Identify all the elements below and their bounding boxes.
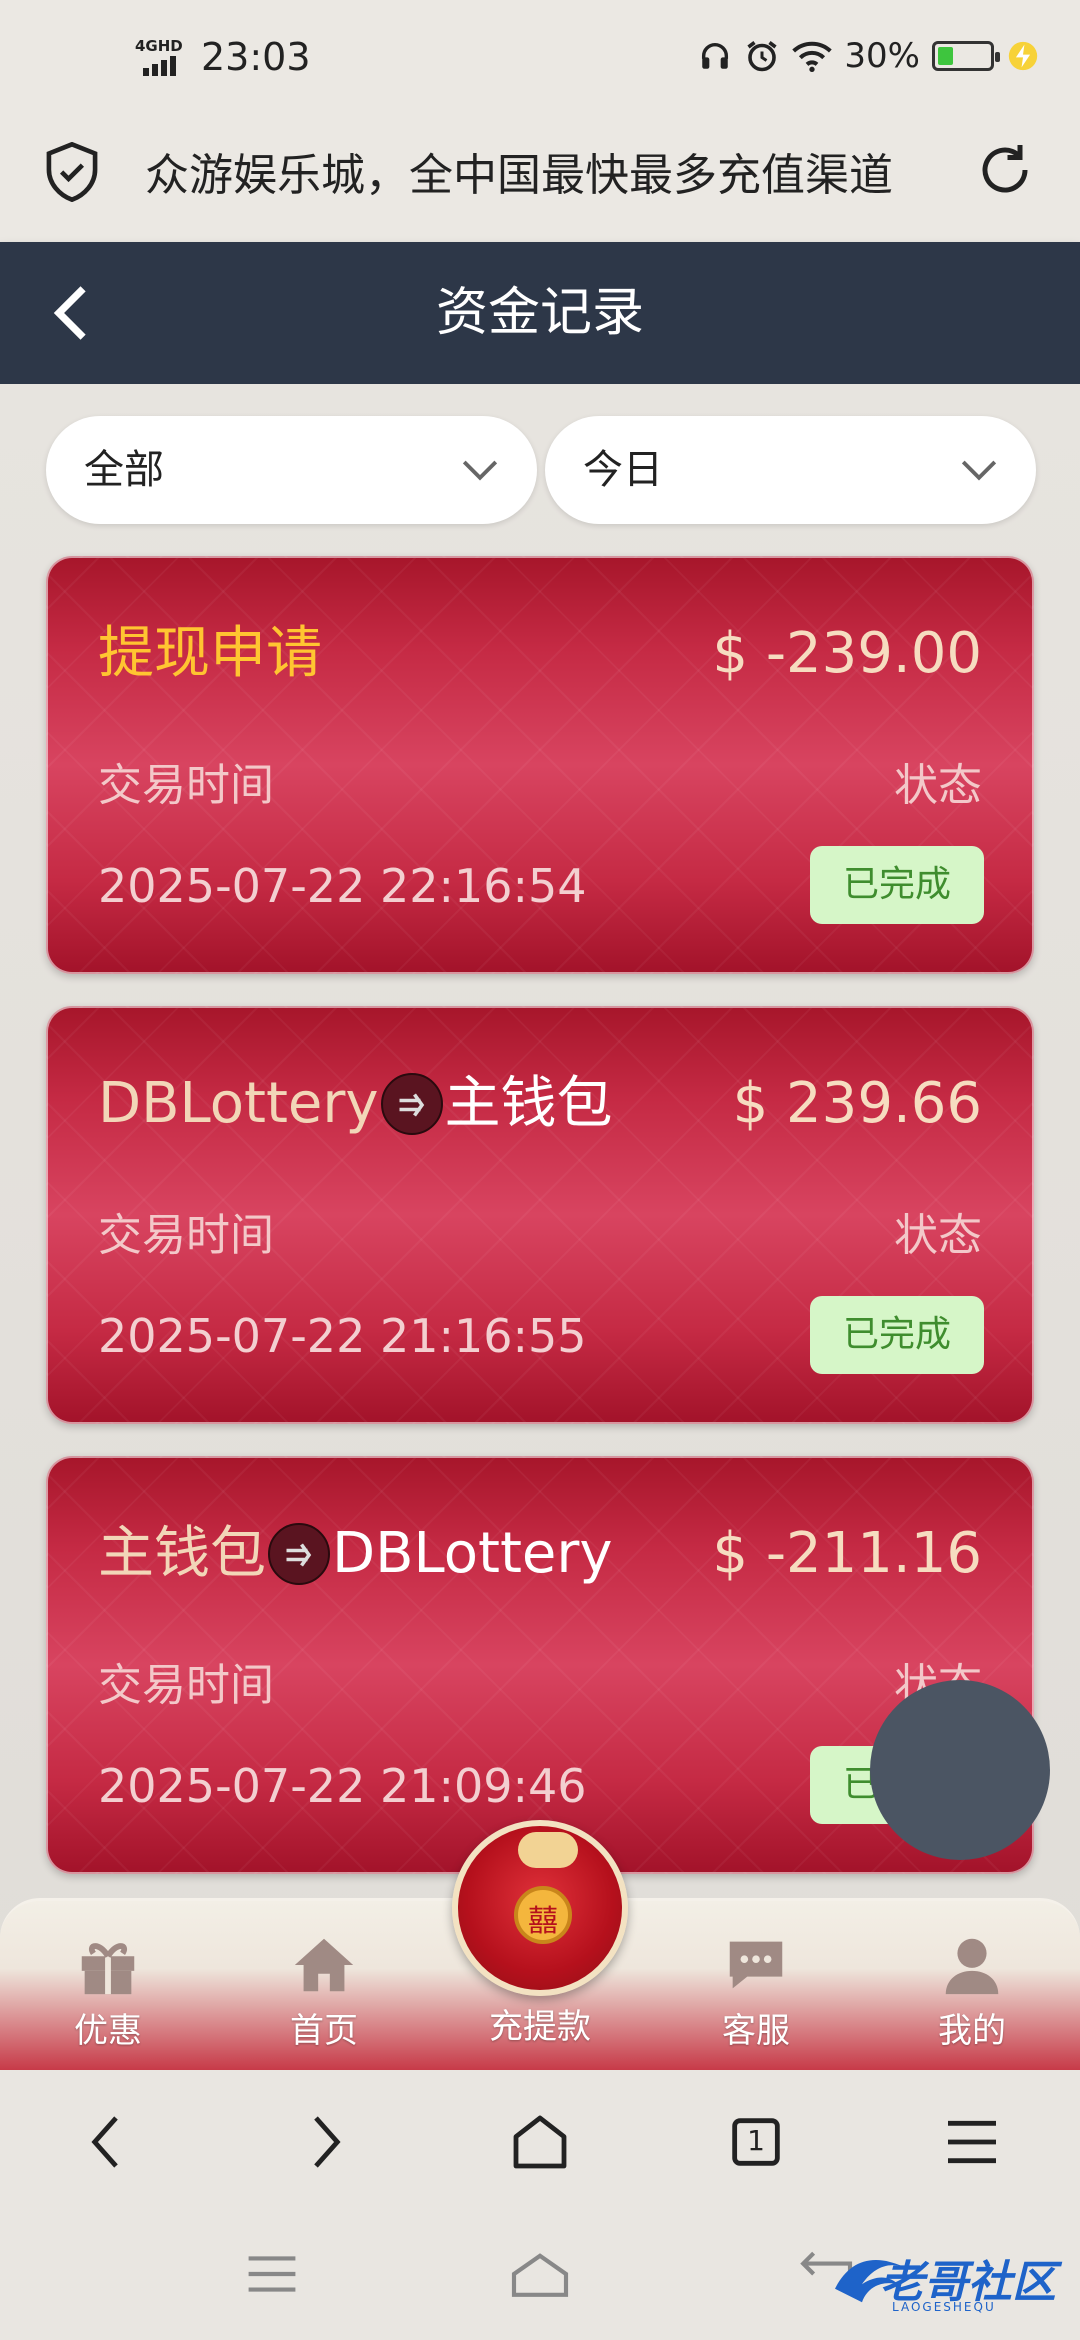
- record-time: 2025-07-22 21:09:46: [98, 1759, 587, 1813]
- record-amount: $ -211.16: [712, 1521, 982, 1586]
- gift-icon: [81, 1943, 135, 1995]
- alarm-icon: [747, 41, 778, 72]
- tab-label: 我的: [938, 2011, 1006, 2051]
- record-title: 提现申请: [98, 614, 322, 694]
- browser-address-bar: 众游娱乐城，全中国最快最多充值渠道: [0, 120, 1080, 242]
- reload-icon[interactable]: [975, 140, 1035, 200]
- transfer-to: DBLottery: [332, 1521, 613, 1586]
- status-label: 状态: [894, 1210, 982, 1261]
- type-filter-value: 全部: [84, 447, 164, 493]
- bottom-tab-bar: 优惠 首页 充提款 客服 我的: [0, 1820, 1080, 2070]
- filter-bar: 全部 今日: [46, 416, 1036, 524]
- time-label: 交易时间: [98, 1210, 274, 1261]
- money-bag-icon[interactable]: [452, 1820, 628, 1996]
- record-card[interactable]: 提现申请 $ -239.00 交易时间 状态 2025-07-22 22:16:…: [46, 556, 1034, 974]
- signal-icon: 4GHD: [135, 34, 189, 80]
- tab-label: 首页: [290, 2011, 358, 2051]
- tab-count: 1: [747, 2124, 765, 2157]
- type-filter-select[interactable]: 全部: [46, 416, 537, 524]
- status-bar-left: 4GHD 23:03: [135, 34, 311, 80]
- page-header: 资金记录: [0, 242, 1080, 384]
- period-filter-value: 今日: [583, 447, 663, 493]
- tab-label: 充提款: [489, 2007, 591, 2047]
- record-type: 提现申请: [98, 621, 322, 686]
- record-title: 主钱包 DBLottery: [98, 1514, 613, 1594]
- url-text[interactable]: 众游娱乐城，全中国最快最多充值渠道: [145, 146, 935, 206]
- record-amount: $ 239.66: [732, 1071, 982, 1136]
- transfer-from: DBLottery: [98, 1071, 379, 1136]
- chat-icon: [729, 1941, 783, 1989]
- floating-action-button[interactable]: [870, 1680, 1050, 1860]
- user-icon: [945, 1938, 999, 1995]
- watermark-logo: 老哥社区 LAOGESHEQU: [800, 2234, 1080, 2324]
- forward-icon[interactable]: [292, 2110, 356, 2174]
- tab-label: 优惠: [74, 2011, 142, 2051]
- recent-apps-icon[interactable]: [240, 2248, 304, 2300]
- system-home-icon[interactable]: [508, 2248, 572, 2300]
- transfer-from: 主钱包: [98, 1521, 266, 1586]
- home-icon: [294, 1938, 354, 1992]
- clock: 23:03: [201, 35, 311, 79]
- watermark-subtext: LAOGESHEQU: [892, 2300, 996, 2314]
- transfer-arrow-icon: [380, 1073, 443, 1135]
- battery-icon: [932, 41, 1000, 71]
- status-bar-right: 30%: [698, 36, 1040, 76]
- charging-icon: [1008, 41, 1038, 71]
- status-badge: 已完成: [810, 846, 984, 924]
- back-icon[interactable]: [76, 2110, 140, 2174]
- home-icon[interactable]: [508, 2110, 572, 2174]
- page-title: 资金记录: [435, 283, 644, 343]
- status-badge: 已完成: [810, 1296, 984, 1374]
- chevron-down-icon: [961, 460, 997, 481]
- record-card[interactable]: DBLottery 主钱包 $ 239.66 交易时间 状态 2025-07-2…: [46, 1006, 1034, 1424]
- record-time: 2025-07-22 21:16:55: [98, 1309, 587, 1363]
- transfer-arrow-icon: [268, 1523, 330, 1585]
- record-title: DBLottery 主钱包: [98, 1064, 613, 1144]
- network-type: 4GHD: [135, 37, 183, 55]
- tab-promotions[interactable]: 优惠: [28, 1930, 188, 2060]
- wifi-icon: [792, 41, 833, 72]
- tab-label: 客服: [722, 2011, 790, 2051]
- battery-percent: 30%: [844, 36, 920, 76]
- security-shield-icon[interactable]: [44, 142, 100, 202]
- record-time: 2025-07-22 22:16:54: [98, 859, 587, 913]
- tab-home[interactable]: 首页: [244, 1930, 404, 2060]
- period-filter-select[interactable]: 今日: [545, 416, 1036, 524]
- browser-nav-bar: 1: [0, 2070, 1080, 2210]
- chevron-down-icon: [462, 460, 498, 481]
- status-label: 状态: [894, 760, 982, 811]
- transfer-to: 主钱包: [444, 1071, 613, 1136]
- status-bar: 4GHD 23:03 30%: [0, 0, 1080, 120]
- time-label: 交易时间: [98, 1660, 274, 1711]
- tab-support[interactable]: 客服: [676, 1930, 836, 2060]
- menu-icon[interactable]: [940, 2110, 1004, 2174]
- tab-profile[interactable]: 我的: [892, 1930, 1052, 2060]
- tabs-button[interactable]: 1: [724, 2110, 788, 2174]
- record-amount: $ -239.00: [712, 621, 982, 686]
- time-label: 交易时间: [98, 760, 274, 811]
- headphones-icon: [702, 43, 729, 69]
